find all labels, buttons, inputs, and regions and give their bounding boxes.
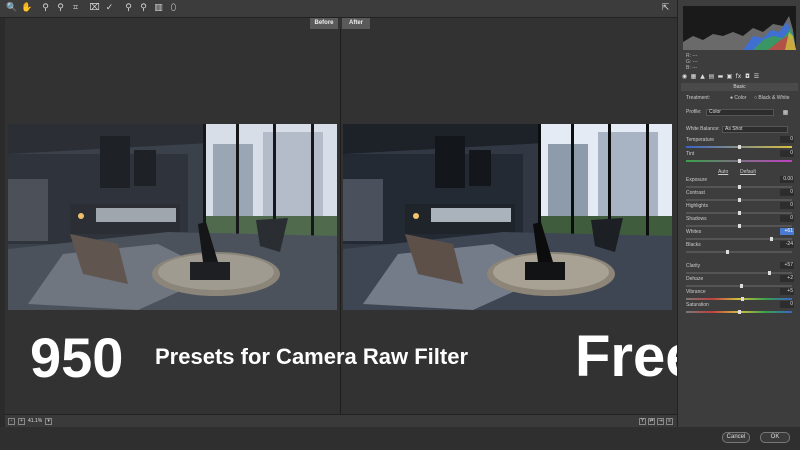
saturation-slider[interactable] bbox=[686, 310, 792, 314]
temperature-slider[interactable] bbox=[686, 145, 792, 149]
white-balance-dropdown[interactable]: As Shot bbox=[722, 126, 788, 133]
crop-tool-icon[interactable]: ⌧ bbox=[89, 3, 100, 14]
caption-text: Presets for Camera Raw Filter bbox=[155, 344, 469, 369]
toolbar: 🔍 ✋ ⚲ ⚲ ⌗ ⌧ ✓ ⚲ ⚲ ▥ ⬯ ⇱ bbox=[0, 0, 677, 18]
before-after-view-icon[interactable]: Y bbox=[639, 418, 646, 425]
tab-after[interactable]: After bbox=[342, 18, 370, 29]
panel-tabs: ◉ ▦ ▲ ▤ ▬ ▣ fx ◘ ☰ bbox=[681, 72, 798, 81]
auto-default-row: Auto Default bbox=[686, 168, 794, 176]
spot-removal-tool-icon[interactable]: ⚲ bbox=[123, 3, 134, 14]
whites-value[interactable]: +61 bbox=[780, 228, 794, 235]
zoom-out-button[interactable]: - bbox=[8, 417, 15, 425]
contrast-row: Contrast 0 bbox=[686, 189, 794, 196]
lens-icon[interactable]: ▣ bbox=[726, 73, 733, 80]
presets-icon[interactable]: ☰ bbox=[753, 73, 760, 80]
zoom-menu-icon[interactable]: ▾ bbox=[45, 417, 53, 425]
ok-button[interactable]: OK bbox=[760, 432, 790, 443]
histogram bbox=[683, 6, 796, 50]
straighten-tool-icon[interactable]: ✓ bbox=[104, 3, 115, 14]
exposure-value[interactable]: 0.00 bbox=[780, 176, 794, 183]
highlights-row: Highlights 0 bbox=[686, 202, 794, 209]
swap-view-icon[interactable]: ⇄ bbox=[648, 418, 655, 425]
shadows-row: Shadows 0 bbox=[686, 215, 794, 222]
zoom-in-button[interactable]: + bbox=[18, 417, 25, 425]
profile-dropdown[interactable]: Color bbox=[706, 109, 774, 116]
contrast-value[interactable]: 0 bbox=[780, 189, 794, 196]
auto-link[interactable]: Auto bbox=[718, 168, 728, 176]
whites-row: Whites +61 bbox=[686, 228, 794, 235]
highlights-value[interactable]: 0 bbox=[780, 202, 794, 209]
clarity-slider[interactable] bbox=[686, 271, 792, 275]
dialog-footer bbox=[0, 427, 800, 450]
toggle-settings-icon[interactable]: ≡ bbox=[666, 418, 673, 425]
saturation-row: Saturation 0 bbox=[686, 301, 794, 308]
detail-icon[interactable]: ▲ bbox=[699, 73, 706, 80]
blacks-slider[interactable] bbox=[686, 250, 792, 254]
cancel-button[interactable]: Cancel bbox=[722, 432, 750, 443]
clarity-value[interactable]: +57 bbox=[780, 262, 794, 269]
vibrance-row: Vibrance +5 bbox=[686, 288, 794, 295]
basic-panel-icon[interactable]: ◉ bbox=[681, 73, 688, 80]
temperature-row: Temperature 0 bbox=[686, 136, 794, 143]
hsl-icon[interactable]: ▤ bbox=[708, 73, 715, 80]
zoom-tool-icon[interactable]: 🔍 bbox=[6, 3, 17, 14]
default-link[interactable]: Default bbox=[740, 168, 756, 176]
calibration-icon[interactable]: ◘ bbox=[744, 73, 751, 80]
vibrance-slider[interactable] bbox=[686, 297, 792, 301]
white-balance-tool-icon[interactable]: ⚲ bbox=[40, 3, 51, 14]
whites-slider[interactable] bbox=[686, 237, 792, 241]
dehaze-slider[interactable] bbox=[686, 284, 792, 288]
targeted-adjustment-tool-icon[interactable]: ⌗ bbox=[70, 3, 81, 14]
adjustment-panel: R: --- G: --- B: --- ◉ ▦ ▲ ▤ ▬ ▣ fx ◘ ☰ … bbox=[677, 0, 800, 427]
highlights-slider[interactable] bbox=[686, 211, 792, 215]
camera-raw-window: 🔍 ✋ ⚲ ⚲ ⌗ ⌧ ✓ ⚲ ⚲ ▥ ⬯ ⇱ Before After 950… bbox=[0, 0, 800, 450]
rgb-readout: R: --- G: --- B: --- bbox=[686, 53, 698, 71]
dehaze-value[interactable]: +2 bbox=[780, 275, 794, 282]
hand-tool-icon[interactable]: ✋ bbox=[21, 3, 32, 14]
clarity-row: Clarity +57 bbox=[686, 262, 794, 269]
before-image bbox=[8, 124, 337, 310]
section-basic: Basic bbox=[681, 83, 798, 91]
treatment-row: Treatment: ● Color ○ Black & White bbox=[686, 94, 790, 102]
blacks-value[interactable]: -24 bbox=[780, 241, 794, 248]
treatment-bw-radio[interactable]: ○ Black & White bbox=[754, 94, 790, 102]
after-image bbox=[343, 124, 672, 310]
shadows-value[interactable]: 0 bbox=[780, 215, 794, 222]
exposure-slider[interactable] bbox=[686, 185, 792, 189]
red-eye-tool-icon[interactable]: ⚲ bbox=[138, 3, 149, 14]
tab-before[interactable]: Before bbox=[310, 18, 338, 29]
dehaze-row: Dehaze +2 bbox=[686, 275, 794, 282]
contrast-slider[interactable] bbox=[686, 198, 792, 202]
radial-filter-icon[interactable]: ⬯ bbox=[168, 3, 179, 14]
tone-curve-icon[interactable]: ▦ bbox=[690, 73, 697, 80]
fullscreen-icon[interactable]: ⇱ bbox=[660, 3, 671, 14]
color-sampler-tool-icon[interactable]: ⚲ bbox=[55, 3, 66, 14]
saturation-value[interactable]: 0 bbox=[780, 301, 794, 308]
adjustment-brush-icon[interactable]: ▥ bbox=[153, 3, 164, 14]
treatment-color-radio[interactable]: ● Color bbox=[730, 94, 746, 102]
shadows-slider[interactable] bbox=[686, 224, 792, 228]
tint-value[interactable]: 0 bbox=[780, 150, 794, 157]
temperature-value[interactable]: 0 bbox=[780, 136, 794, 143]
split-toning-icon[interactable]: ▬ bbox=[717, 73, 724, 80]
effects-icon[interactable]: fx bbox=[735, 73, 742, 80]
status-bar: - + 41.1% ▾ Y ⇄ ⇥ ≡ bbox=[5, 414, 677, 427]
vibrance-value[interactable]: +5 bbox=[780, 288, 794, 295]
caption-number: 950 bbox=[30, 326, 124, 389]
copy-settings-icon[interactable]: ⇥ bbox=[657, 418, 664, 425]
tint-row: Tint 0 bbox=[686, 150, 794, 157]
blacks-row: Blacks -24 bbox=[686, 241, 794, 248]
exposure-row: Exposure 0.00 bbox=[686, 176, 794, 183]
tint-slider[interactable] bbox=[686, 159, 792, 163]
zoom-level[interactable]: 41.1% bbox=[28, 418, 42, 424]
profile-browser-icon[interactable]: ▦ bbox=[782, 109, 789, 116]
